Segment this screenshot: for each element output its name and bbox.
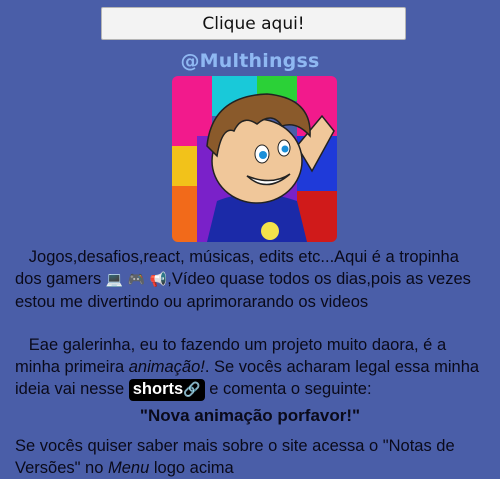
footer-text-b: logo acima [149,459,234,477]
avatar-drawing [172,76,337,242]
channel-handle: @Multhingss [180,50,320,72]
quote-text: "Nova animação porfavor!" [139,406,361,425]
shorts-link-label: shorts [132,380,184,398]
footer-note: Se vocês quiser saber mais sobre o site … [15,435,485,479]
megaphone-icon: 📢 [149,272,168,288]
link-icon: 🔗 [183,382,201,398]
shorts-link[interactable]: shorts🔗 [128,379,205,401]
avatar [172,76,337,242]
bio-paragraph: Jogos,desafios,react, músicas, edits etc… [15,246,485,313]
announcement-italic: animação! [128,358,205,376]
gamepad-icon: 🎮 [127,272,146,288]
announcement-text-c: e comenta o seguinte: [204,380,372,398]
footer-text-a: Se vocês quiser saber mais sobre o site … [15,437,455,477]
laptop-icon: 💻 [105,272,124,288]
announcement-paragraph: Eae galerinha, eu to fazendo um projeto … [15,334,485,401]
menu-italic: Menu [108,459,150,477]
click-here-button[interactable]: Clique aqui! [101,7,406,40]
